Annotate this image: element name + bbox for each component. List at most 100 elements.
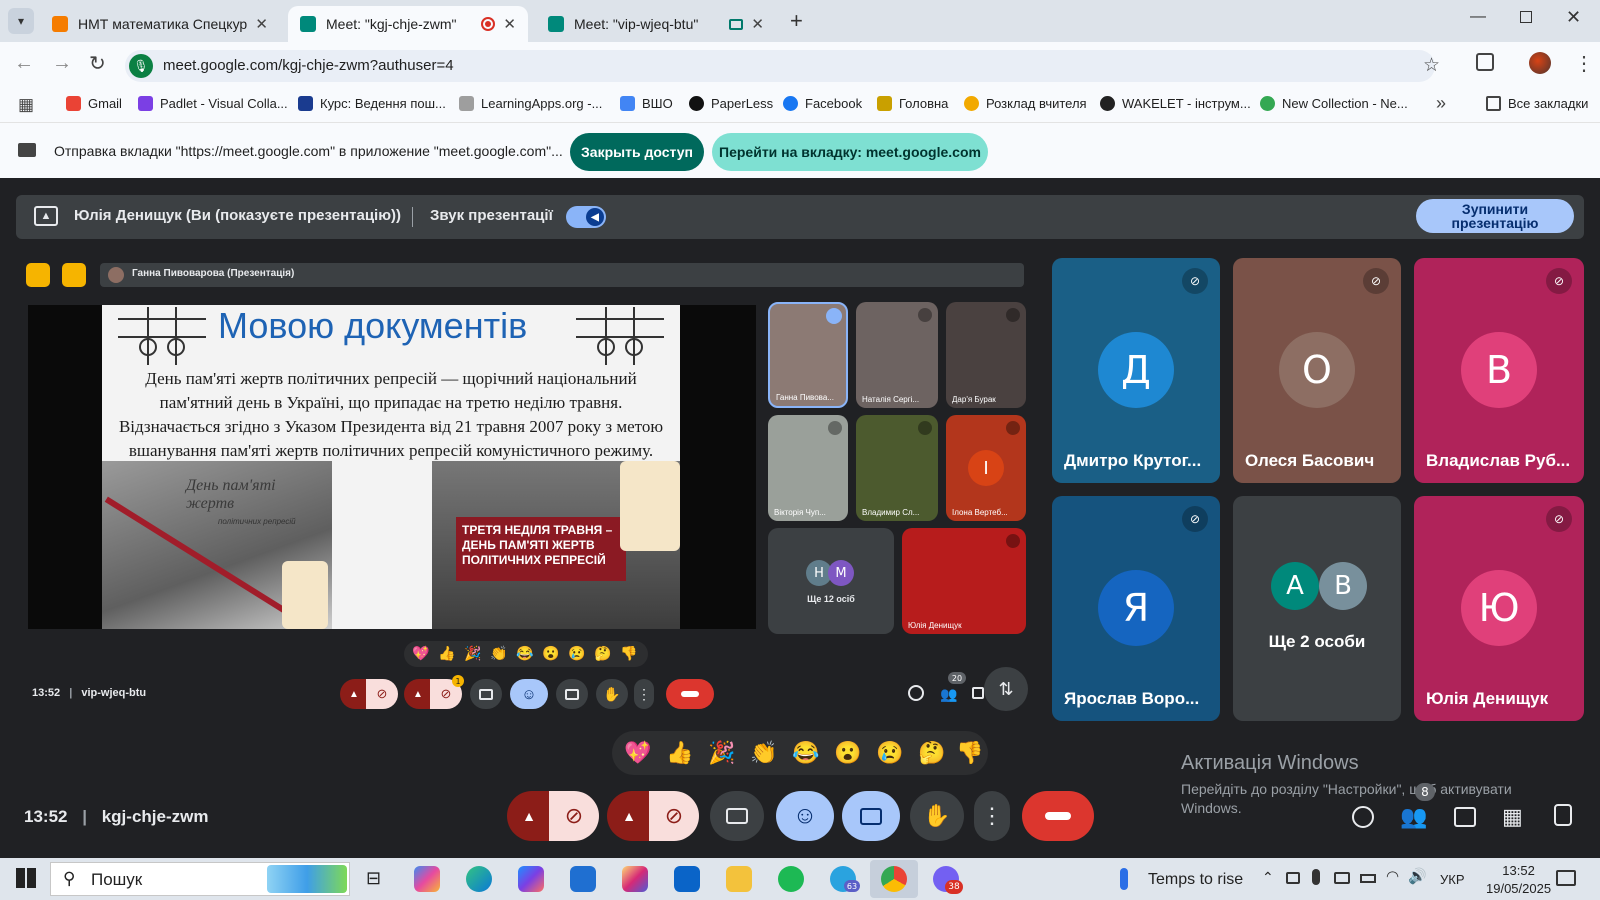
cast-tray-icon[interactable] bbox=[1334, 872, 1350, 884]
inner-captions-button[interactable] bbox=[556, 679, 588, 709]
bookmark-collection[interactable]: New Collection - Ne... bbox=[1260, 96, 1408, 111]
forward-icon[interactable]: → bbox=[52, 52, 72, 75]
bookmark-gmail[interactable]: Gmail bbox=[66, 96, 122, 111]
windows-start-icon[interactable] bbox=[16, 868, 36, 888]
meeting-details-icon[interactable] bbox=[1352, 806, 1374, 828]
inner-mic-button[interactable]: ⊘ bbox=[366, 679, 398, 709]
task-view-icon[interactable]: ⊟ bbox=[366, 868, 381, 889]
address-bar[interactable]: 🎙 meet.google.com/kgj-chje-zwm?authuser=… bbox=[125, 50, 1440, 82]
apps-grid-icon[interactable]: ▦ bbox=[18, 95, 34, 115]
inner-raise-hand-button[interactable]: ✋ bbox=[596, 679, 628, 709]
audio-toggle[interactable]: ◀ bbox=[566, 206, 606, 228]
clap-reaction[interactable]: 👏 bbox=[750, 742, 777, 764]
pin-icon[interactable] bbox=[26, 263, 50, 287]
people-icon[interactable]: 👥 bbox=[940, 686, 957, 703]
bookmark-wakelet[interactable]: WAKELET - інструм... bbox=[1100, 96, 1251, 111]
chat-icon[interactable] bbox=[1454, 807, 1476, 827]
bookmark-padlet[interactable]: Padlet - Visual Colla... bbox=[138, 96, 288, 111]
new-tab-button[interactable]: + bbox=[790, 8, 803, 34]
laugh-reaction[interactable]: 😂 bbox=[792, 742, 819, 764]
volume-icon[interactable]: 🔊 bbox=[1408, 867, 1427, 885]
battery-icon[interactable] bbox=[1360, 874, 1376, 883]
restore-button[interactable] bbox=[1520, 11, 1532, 23]
party-reaction[interactable]: 🎉 bbox=[464, 646, 481, 660]
inner-tile-viktoria[interactable]: Вікторія Чуп... bbox=[768, 415, 848, 521]
bookmark-learningapps[interactable]: LearningApps.org -... bbox=[459, 96, 602, 111]
heart-reaction[interactable]: 💖 bbox=[624, 742, 651, 764]
emoji-button[interactable]: ☺ bbox=[776, 791, 834, 841]
chat-icon[interactable] bbox=[972, 687, 984, 699]
heart-reaction[interactable]: 💖 bbox=[412, 646, 429, 660]
tile-yaroslav[interactable]: Я ⊘ Ярослав Воро... bbox=[1052, 496, 1220, 721]
camera-options-button[interactable]: ▲ bbox=[607, 791, 651, 841]
profile-avatar[interactable] bbox=[1529, 52, 1551, 74]
inner-tile-hanna[interactable]: Ганна Пивова... bbox=[768, 302, 848, 408]
inner-camera-options[interactable]: ▲ bbox=[404, 679, 432, 709]
tab-meet-kgj[interactable]: Meet: "kgj-chje-zwm" ✕ bbox=[288, 6, 528, 42]
surprised-reaction[interactable]: 😮 bbox=[542, 646, 559, 660]
tab-search-button[interactable]: ▾ bbox=[8, 8, 34, 34]
inner-tile-ilona[interactable]: І Ілона Вертеб... bbox=[946, 415, 1026, 521]
bookmark-star-icon[interactable]: ☆ bbox=[1423, 54, 1440, 77]
go-to-tab-button[interactable]: Перейти на вкладку: meet.google.com bbox=[712, 133, 988, 171]
thinking-reaction[interactable]: 🤔 bbox=[594, 646, 611, 660]
tile-olesia[interactable]: О ⊘ Олеся Басович bbox=[1233, 258, 1401, 483]
close-icon[interactable]: ✕ bbox=[255, 15, 268, 33]
bookmark-schedule[interactable]: Розклад вчителя bbox=[964, 96, 1087, 111]
inner-present-button[interactable] bbox=[470, 679, 502, 709]
inner-mic-options[interactable]: ▲ bbox=[340, 679, 368, 709]
bookmark-home[interactable]: Головна bbox=[877, 96, 948, 111]
notifications-icon[interactable] bbox=[1556, 870, 1576, 886]
outlook-icon[interactable] bbox=[674, 866, 700, 892]
sad-reaction[interactable]: 😢 bbox=[568, 646, 585, 660]
laugh-reaction[interactable]: 😂 bbox=[516, 646, 533, 660]
file-explorer-icon[interactable] bbox=[726, 866, 752, 892]
tile-yulia[interactable]: Ю ⊘ Юлія Денищук bbox=[1414, 496, 1584, 721]
host-controls-icon[interactable] bbox=[1554, 804, 1572, 826]
mic-options-button[interactable]: ▲ bbox=[507, 791, 551, 841]
all-bookmarks[interactable]: Все закладки bbox=[1486, 96, 1588, 111]
thumbs-up-reaction[interactable]: 👍 bbox=[438, 646, 455, 660]
tile-vladyslav[interactable]: В ⊘ Владислав Руб... bbox=[1414, 258, 1584, 483]
present-button[interactable] bbox=[842, 791, 900, 841]
inner-tile-more[interactable]: Н М Ще 12 осіб bbox=[768, 528, 894, 634]
inner-tile-yulia[interactable]: Юлія Денищук bbox=[902, 528, 1026, 634]
raise-hand-button[interactable]: ✋ bbox=[910, 791, 964, 841]
site-info-icon[interactable]: 🎙 bbox=[129, 54, 153, 78]
edge-icon[interactable] bbox=[466, 866, 492, 892]
instagram-icon[interactable] bbox=[622, 866, 648, 892]
tab-nmt[interactable]: НМТ математика Спецкурс 20 ✕ bbox=[40, 6, 280, 42]
stop-access-button[interactable]: Закрыть доступ bbox=[570, 133, 704, 171]
extensions-icon[interactable] bbox=[1476, 53, 1494, 71]
tray-chevron-icon[interactable]: ⌃ bbox=[1262, 869, 1274, 886]
spotify-icon[interactable] bbox=[778, 866, 804, 892]
surprised-reaction[interactable]: 😮 bbox=[834, 742, 861, 764]
bookmark-paperless[interactable]: PaperLess bbox=[689, 96, 773, 111]
bookmark-course[interactable]: Курс: Ведення пош... bbox=[298, 96, 446, 111]
info-icon[interactable] bbox=[908, 685, 924, 701]
minimize-button[interactable]: — bbox=[1470, 8, 1486, 26]
bookmark-vsho[interactable]: ВШО bbox=[620, 96, 673, 111]
thumbs-up-reaction[interactable]: 👍 bbox=[666, 742, 693, 764]
bookmark-facebook[interactable]: Facebook bbox=[783, 96, 862, 111]
inner-emoji-button[interactable]: ☺ bbox=[510, 679, 548, 709]
reload-icon[interactable]: ↻ bbox=[89, 51, 106, 76]
inner-tile-natalia[interactable]: Наталія Сергі... bbox=[856, 302, 938, 408]
thumbs-down-reaction[interactable]: 👎 bbox=[956, 742, 983, 764]
tile-more-2[interactable]: А В Ще 2 особи bbox=[1233, 496, 1401, 721]
camera-button[interactable]: ⊘ bbox=[649, 791, 699, 841]
inner-more-button[interactable]: ⋮ bbox=[634, 679, 654, 709]
tile-dmytro[interactable]: Д ⊘ Дмитро Крутог... bbox=[1052, 258, 1220, 483]
more-bookmarks-icon[interactable]: » bbox=[1436, 93, 1446, 114]
tab-meet-vip[interactable]: Meet: "vip-wjeq-btu" ✕ bbox=[536, 6, 776, 42]
weather-text[interactable]: Temps to rise bbox=[1148, 871, 1243, 889]
inner-tile-volodymyr[interactable]: Владимир Сл... bbox=[856, 415, 938, 521]
sad-reaction[interactable]: 😢 bbox=[876, 742, 903, 764]
menu-icon[interactable]: ⋮ bbox=[1574, 51, 1594, 76]
mic-button[interactable]: ⊘ bbox=[549, 791, 599, 841]
captions-button[interactable] bbox=[710, 791, 764, 841]
taskbar-search[interactable]: ⚲ Пошук bbox=[50, 862, 350, 896]
leave-call-button[interactable] bbox=[1022, 791, 1094, 841]
party-reaction[interactable]: 🎉 bbox=[708, 742, 735, 764]
meet-tray-icon[interactable] bbox=[1286, 872, 1300, 884]
